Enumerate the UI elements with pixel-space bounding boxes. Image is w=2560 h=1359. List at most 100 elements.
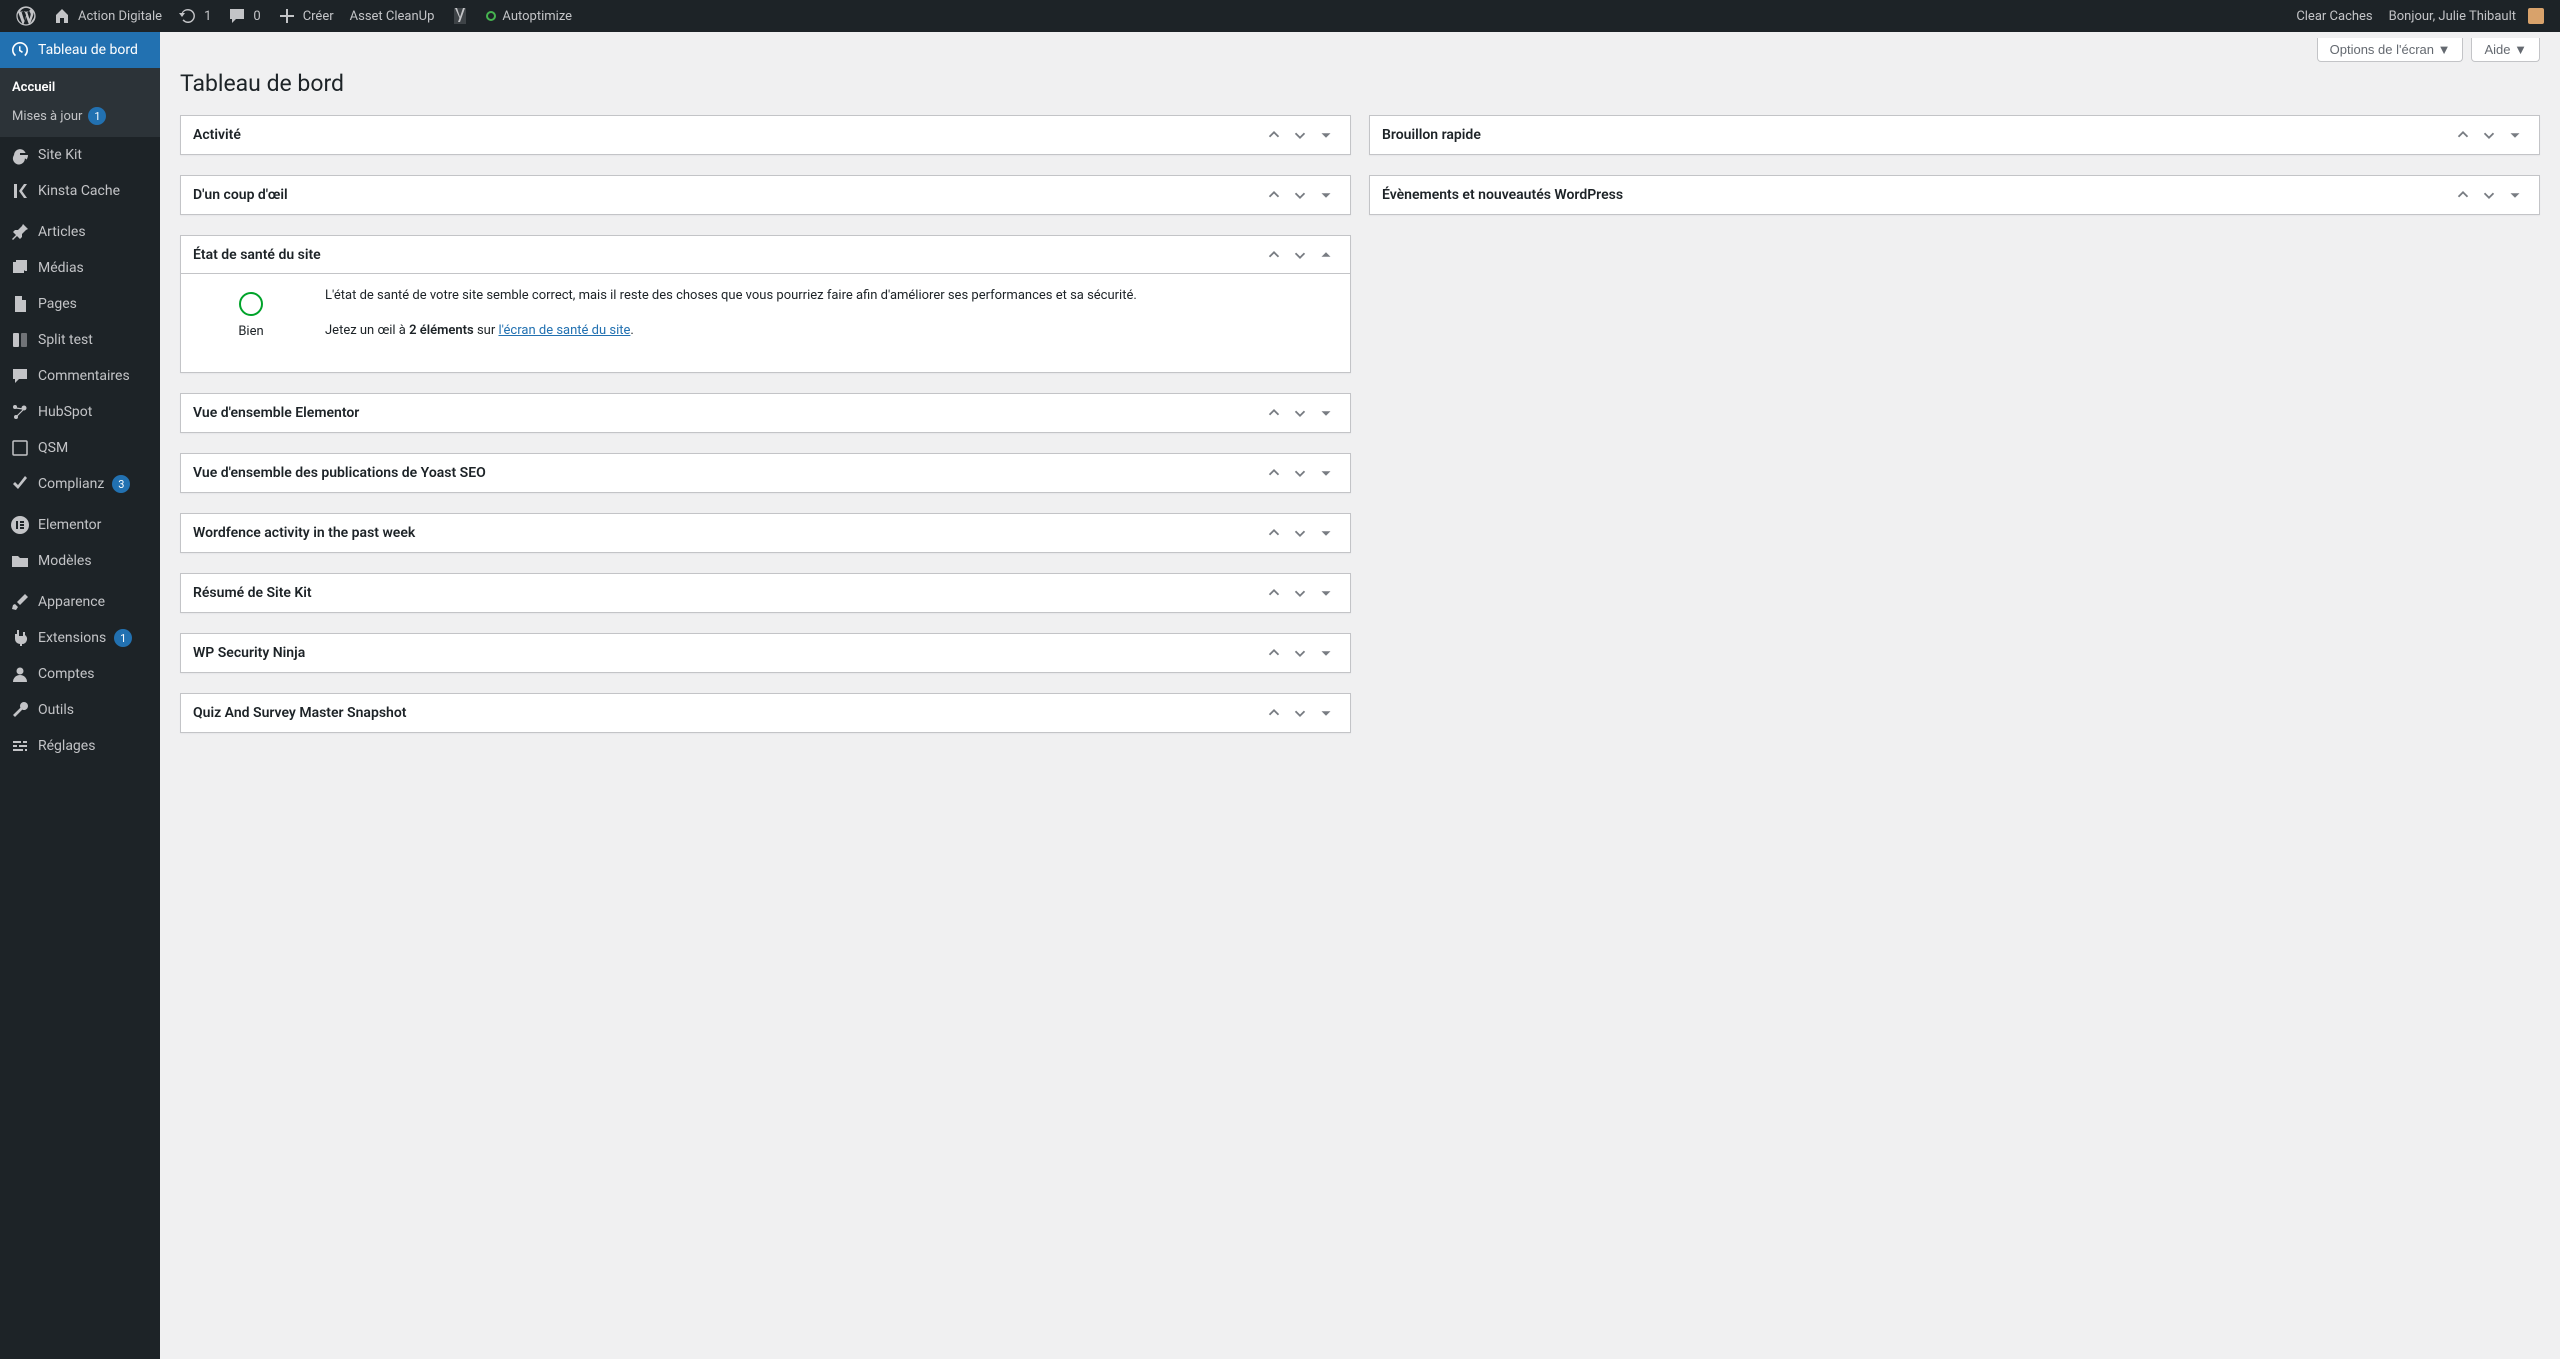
autoptimize-link[interactable]: Autoptimize bbox=[478, 0, 580, 32]
media-icon bbox=[10, 258, 30, 278]
elementor-icon bbox=[10, 515, 30, 535]
status-dot-icon bbox=[486, 11, 496, 21]
site-link[interactable]: Action Digitale bbox=[44, 0, 170, 32]
move-down-button[interactable] bbox=[2477, 123, 2501, 147]
sidebar-item-elementor[interactable]: Elementor bbox=[0, 507, 160, 543]
toggle-button[interactable] bbox=[1314, 641, 1338, 665]
sidebar-item-split[interactable]: Split test bbox=[0, 322, 160, 358]
move-down-button[interactable] bbox=[1288, 641, 1312, 665]
move-up-button[interactable] bbox=[1262, 521, 1286, 545]
new-content-link[interactable]: Créer bbox=[269, 0, 342, 32]
wordpress-logo-icon[interactable] bbox=[8, 0, 44, 32]
sidebar-item-users[interactable]: Comptes bbox=[0, 656, 160, 692]
move-up-button[interactable] bbox=[1262, 401, 1286, 425]
move-up-button[interactable] bbox=[2451, 123, 2475, 147]
postbox-title: Évènements et nouveautés WordPress bbox=[1382, 187, 1623, 203]
sidebar-item-dashboard[interactable]: Tableau de bord bbox=[0, 32, 160, 68]
move-up-button[interactable] bbox=[1262, 461, 1286, 485]
greeting: Bonjour, Julie Thibault bbox=[2389, 9, 2516, 24]
sidebar-item-comments[interactable]: Commentaires bbox=[0, 358, 160, 394]
complianz-badge: 3 bbox=[112, 475, 130, 493]
site-name: Action Digitale bbox=[78, 9, 162, 24]
sidebar-sub-home[interactable]: Accueil bbox=[0, 74, 160, 101]
check-icon bbox=[10, 474, 30, 494]
toggle-button[interactable] bbox=[1314, 401, 1338, 425]
move-up-button[interactable] bbox=[2451, 183, 2475, 207]
updates-badge: 1 bbox=[88, 107, 106, 125]
postbox-draft: Brouillon rapide bbox=[1369, 115, 2540, 155]
admin-sidebar: Tableau de bord Accueil Mises à jour 1 S… bbox=[0, 32, 160, 1359]
sidebar-sub-updates[interactable]: Mises à jour 1 bbox=[0, 101, 160, 131]
yoast-link[interactable] bbox=[442, 0, 478, 32]
move-down-button[interactable] bbox=[1288, 183, 1312, 207]
move-up-button[interactable] bbox=[1262, 243, 1286, 267]
toggle-button[interactable] bbox=[1314, 243, 1338, 267]
sidebar-item-kinsta[interactable]: Kinsta Cache bbox=[0, 173, 160, 209]
comments-link[interactable]: 0 bbox=[219, 0, 268, 32]
sidebar-item-posts[interactable]: Articles bbox=[0, 214, 160, 250]
health-description: L'état de santé de votre site semble cor… bbox=[325, 286, 1137, 356]
postbox-health: État de santé du site Bien bbox=[180, 235, 1351, 373]
move-up-button[interactable] bbox=[1262, 701, 1286, 725]
move-down-button[interactable] bbox=[1288, 701, 1312, 725]
asset-cleanup-link[interactable]: Asset CleanUp bbox=[342, 0, 443, 32]
move-down-button[interactable] bbox=[1288, 461, 1312, 485]
postbox-sitekit: Résumé de Site Kit bbox=[180, 573, 1351, 613]
postbox-title: Activité bbox=[193, 127, 241, 143]
toggle-button[interactable] bbox=[1314, 461, 1338, 485]
sidebar-item-media[interactable]: Médias bbox=[0, 250, 160, 286]
pin-icon bbox=[10, 222, 30, 242]
sidebar-item-sitekit[interactable]: Site Kit bbox=[0, 137, 160, 173]
sidebar-item-appearance[interactable]: Apparence bbox=[0, 584, 160, 620]
postbox-quiz: Quiz And Survey Master Snapshot bbox=[180, 693, 1351, 733]
postbox-yoast: Vue d'ensemble des publications de Yoast… bbox=[180, 453, 1351, 493]
move-up-button[interactable] bbox=[1262, 183, 1286, 207]
sidebar-item-complianz[interactable]: Complianz 3 bbox=[0, 466, 160, 502]
move-down-button[interactable] bbox=[1288, 243, 1312, 267]
move-up-button[interactable] bbox=[1262, 641, 1286, 665]
postbox-title: WP Security Ninja bbox=[193, 645, 305, 661]
toggle-button[interactable] bbox=[2503, 123, 2527, 147]
toggle-button[interactable] bbox=[1314, 701, 1338, 725]
comments-count: 0 bbox=[253, 9, 260, 24]
postbox-title: Brouillon rapide bbox=[1382, 127, 1481, 143]
folder-icon bbox=[10, 551, 30, 571]
comment-icon bbox=[10, 366, 30, 386]
help-button[interactable]: Aide ▼ bbox=[2471, 38, 2540, 62]
toggle-button[interactable] bbox=[1314, 581, 1338, 605]
move-up-button[interactable] bbox=[1262, 123, 1286, 147]
move-down-button[interactable] bbox=[1288, 521, 1312, 545]
sidebar-item-pages[interactable]: Pages bbox=[0, 286, 160, 322]
updates-count: 1 bbox=[204, 9, 211, 24]
comment-icon bbox=[227, 6, 247, 26]
screen-options-button[interactable]: Options de l'écran ▼ bbox=[2317, 38, 2464, 62]
health-screen-link[interactable]: l'écran de santé du site bbox=[498, 323, 630, 338]
updates-link[interactable]: 1 bbox=[170, 0, 219, 32]
postbox-title: D'un coup d'œil bbox=[193, 187, 288, 203]
toggle-button[interactable] bbox=[1314, 183, 1338, 207]
toggle-button[interactable] bbox=[2503, 183, 2527, 207]
account-link[interactable]: Bonjour, Julie Thibault bbox=[2381, 0, 2552, 32]
sidebar-item-qsm[interactable]: QSM bbox=[0, 430, 160, 466]
postbox-ninja: WP Security Ninja bbox=[180, 633, 1351, 673]
home-icon bbox=[52, 6, 72, 26]
sidebar-item-hubspot[interactable]: HubSpot bbox=[0, 394, 160, 430]
toggle-button[interactable] bbox=[1314, 123, 1338, 147]
clear-caches-link[interactable]: Clear Caches bbox=[2288, 0, 2380, 32]
admin-bar: Action Digitale 1 0 Créer Asset CleanUp … bbox=[0, 0, 2560, 32]
postbox-title: Vue d'ensemble Elementor bbox=[193, 405, 359, 421]
sidebar-item-plugins[interactable]: Extensions 1 bbox=[0, 620, 160, 656]
toggle-button[interactable] bbox=[1314, 521, 1338, 545]
wrench-icon bbox=[10, 700, 30, 720]
form-icon bbox=[10, 438, 30, 458]
move-down-button[interactable] bbox=[1288, 123, 1312, 147]
move-down-button[interactable] bbox=[1288, 581, 1312, 605]
move-up-button[interactable] bbox=[1262, 581, 1286, 605]
google-icon bbox=[10, 145, 30, 165]
move-down-button[interactable] bbox=[2477, 183, 2501, 207]
sidebar-item-tools[interactable]: Outils bbox=[0, 692, 160, 728]
dashboard-column-right: Brouillon rapide Évènements et nouveauté… bbox=[1369, 115, 2540, 733]
move-down-button[interactable] bbox=[1288, 401, 1312, 425]
sidebar-item-settings[interactable]: Réglages bbox=[0, 728, 160, 764]
sidebar-item-templates[interactable]: Modèles bbox=[0, 543, 160, 579]
